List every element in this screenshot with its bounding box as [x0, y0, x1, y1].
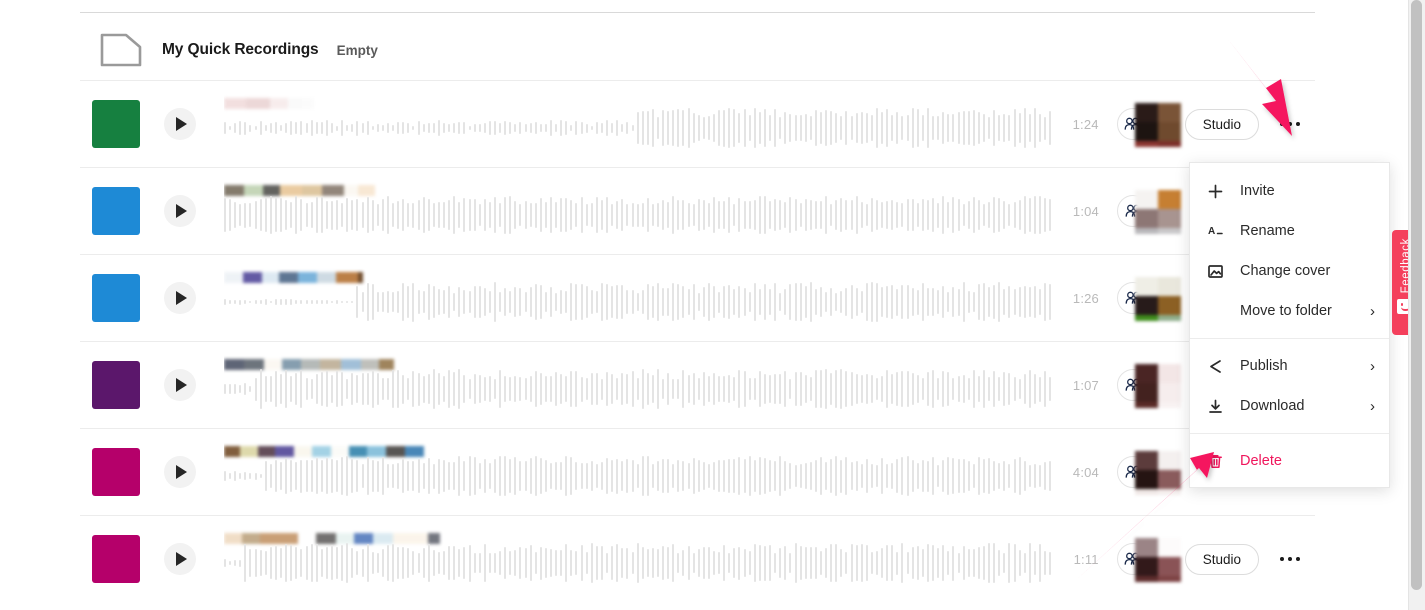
rename-text-icon: A — [1208, 222, 1230, 240]
share-icon — [1208, 357, 1230, 375]
waveform[interactable] — [224, 367, 1051, 411]
top-divider — [80, 12, 1315, 13]
avatar — [1135, 364, 1181, 408]
recording-duration: 1:26 — [1072, 290, 1099, 306]
recording-thumbnail[interactable] — [92, 274, 140, 322]
studio-button[interactable]: Studio — [1184, 543, 1259, 575]
recording-row[interactable]: 4:04 — [80, 428, 1315, 515]
menu-item-label: Publish — [1240, 358, 1288, 374]
recording-body — [224, 266, 1051, 330]
more-options-icon[interactable] — [1271, 107, 1309, 141]
waveform[interactable] — [224, 193, 1051, 237]
participants-group[interactable] — [1116, 538, 1181, 582]
recording-row[interactable]: 1:26 — [80, 254, 1315, 341]
menu-separator — [1190, 433, 1389, 434]
avatar — [1135, 277, 1181, 321]
delete-menu-item[interactable]: Delete — [1190, 441, 1389, 481]
play-icon[interactable] — [164, 195, 196, 227]
waveform[interactable] — [224, 541, 1051, 585]
menu-item-label: Download — [1240, 398, 1305, 414]
waveform[interactable] — [224, 454, 1051, 498]
move-to-folder-menu-item[interactable]: Move to folder › — [1190, 291, 1389, 331]
publish-menu-item[interactable]: Publish › — [1190, 346, 1389, 386]
recording-body — [224, 179, 1051, 243]
recording-thumbnail[interactable] — [92, 535, 140, 583]
avatar — [1135, 451, 1181, 495]
menu-separator — [1190, 338, 1389, 339]
row-context-menu[interactable]: Invite A Rename Change cover Move to folder ›… — [1189, 162, 1390, 488]
participants-group[interactable] — [1117, 277, 1181, 321]
recording-row[interactable]: 1:24 Studio — [80, 80, 1315, 167]
menu-item-label: Move to folder — [1240, 303, 1332, 319]
folder-empty-status: Empty — [336, 42, 378, 58]
recording-thumbnail[interactable] — [92, 187, 140, 235]
recording-duration: 1:24 — [1072, 116, 1099, 132]
chevron-right-icon: › — [1370, 302, 1375, 320]
recording-body — [224, 527, 1051, 591]
recording-body — [224, 92, 1051, 156]
avatar — [1135, 190, 1181, 234]
download-icon — [1208, 397, 1230, 415]
play-icon[interactable] — [164, 543, 196, 575]
recording-duration: 4:04 — [1072, 464, 1099, 480]
svg-text:A: A — [1208, 226, 1215, 237]
waveform[interactable] — [224, 106, 1051, 150]
participants-group[interactable] — [1117, 364, 1181, 408]
play-icon[interactable] — [164, 456, 196, 488]
scrollbar-thumb[interactable] — [1411, 0, 1422, 590]
recording-row[interactable]: 1:07 — [80, 341, 1315, 428]
play-icon[interactable] — [164, 369, 196, 401]
participants-group[interactable] — [1117, 451, 1181, 495]
change-cover-menu-item[interactable]: Change cover — [1190, 251, 1389, 291]
chevron-right-icon: › — [1370, 357, 1375, 375]
recording-row[interactable]: 1:11 Studio — [80, 515, 1315, 602]
recording-body — [224, 353, 1051, 417]
folder-header-row[interactable]: My Quick Recordings Empty — [80, 20, 1315, 80]
menu-item-label: Delete — [1240, 453, 1282, 469]
recording-duration: 1:04 — [1072, 203, 1099, 219]
recording-thumbnail[interactable] — [92, 361, 140, 409]
waveform[interactable] — [224, 280, 1051, 324]
recordings-page: My Quick Recordings Empty 1:24 Studio 1:04… — [0, 0, 1425, 610]
menu-item-label: Invite — [1240, 183, 1275, 199]
plus-icon — [1208, 182, 1230, 200]
recording-duration: 1:11 — [1073, 551, 1099, 567]
studio-button[interactable]: Studio — [1184, 108, 1259, 140]
participants-group[interactable] — [1116, 103, 1181, 147]
more-options-icon[interactable] — [1271, 542, 1309, 576]
folder-name: My Quick Recordings — [162, 41, 319, 58]
menu-item-label: Change cover — [1240, 263, 1331, 279]
recording-body — [224, 440, 1051, 504]
recording-row[interactable]: 1:04 — [80, 167, 1315, 254]
participants-group[interactable] — [1117, 190, 1181, 234]
invite-menu-item[interactable]: Invite — [1190, 171, 1389, 211]
chevron-right-icon: › — [1370, 397, 1375, 415]
recording-duration: 1:07 — [1072, 377, 1099, 393]
play-icon[interactable] — [164, 108, 196, 140]
rename-menu-item[interactable]: A Rename — [1190, 211, 1389, 251]
recording-thumbnail[interactable] — [92, 100, 140, 148]
download-menu-item[interactable]: Download › — [1190, 386, 1389, 426]
no-icon-spacer — [1208, 302, 1230, 320]
avatar — [1134, 103, 1181, 147]
vertical-scrollbar[interactable] — [1408, 0, 1425, 610]
folder-icon — [100, 33, 142, 67]
image-icon — [1208, 262, 1230, 280]
trash-icon — [1208, 452, 1230, 470]
avatar — [1134, 538, 1181, 582]
recordings-list: 1:24 Studio 1:04 1:26 1:07 4:04 1:11 Studio — [80, 80, 1315, 602]
play-icon[interactable] — [164, 282, 196, 314]
recording-thumbnail[interactable] — [92, 448, 140, 496]
menu-item-label: Rename — [1240, 223, 1295, 239]
